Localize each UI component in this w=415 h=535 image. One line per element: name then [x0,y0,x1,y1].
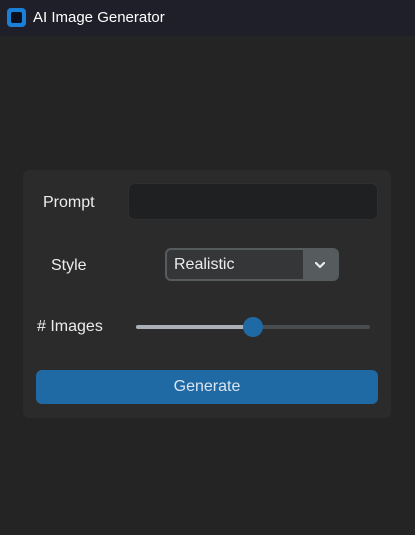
generate-button[interactable]: Generate [36,370,378,404]
prompt-input[interactable] [128,183,378,220]
images-count-label: # Images [37,318,103,335]
slider-thumb[interactable] [243,317,263,337]
window-title: AI Image Generator [33,9,165,26]
chevron-down-icon [314,261,326,268]
prompt-label: Prompt [43,194,95,211]
slider-fill [136,325,253,329]
title-bar: AI Image Generator [0,0,415,36]
images-count-slider[interactable] [136,317,370,337]
style-dropdown-button[interactable] [303,250,337,279]
generator-form-panel: Prompt Style Realistic # Images Generate [23,170,391,418]
style-label: Style [51,257,87,274]
app-icon [7,8,26,27]
style-dropdown[interactable]: Realistic [165,248,339,281]
style-selected-value: Realistic [174,256,235,273]
